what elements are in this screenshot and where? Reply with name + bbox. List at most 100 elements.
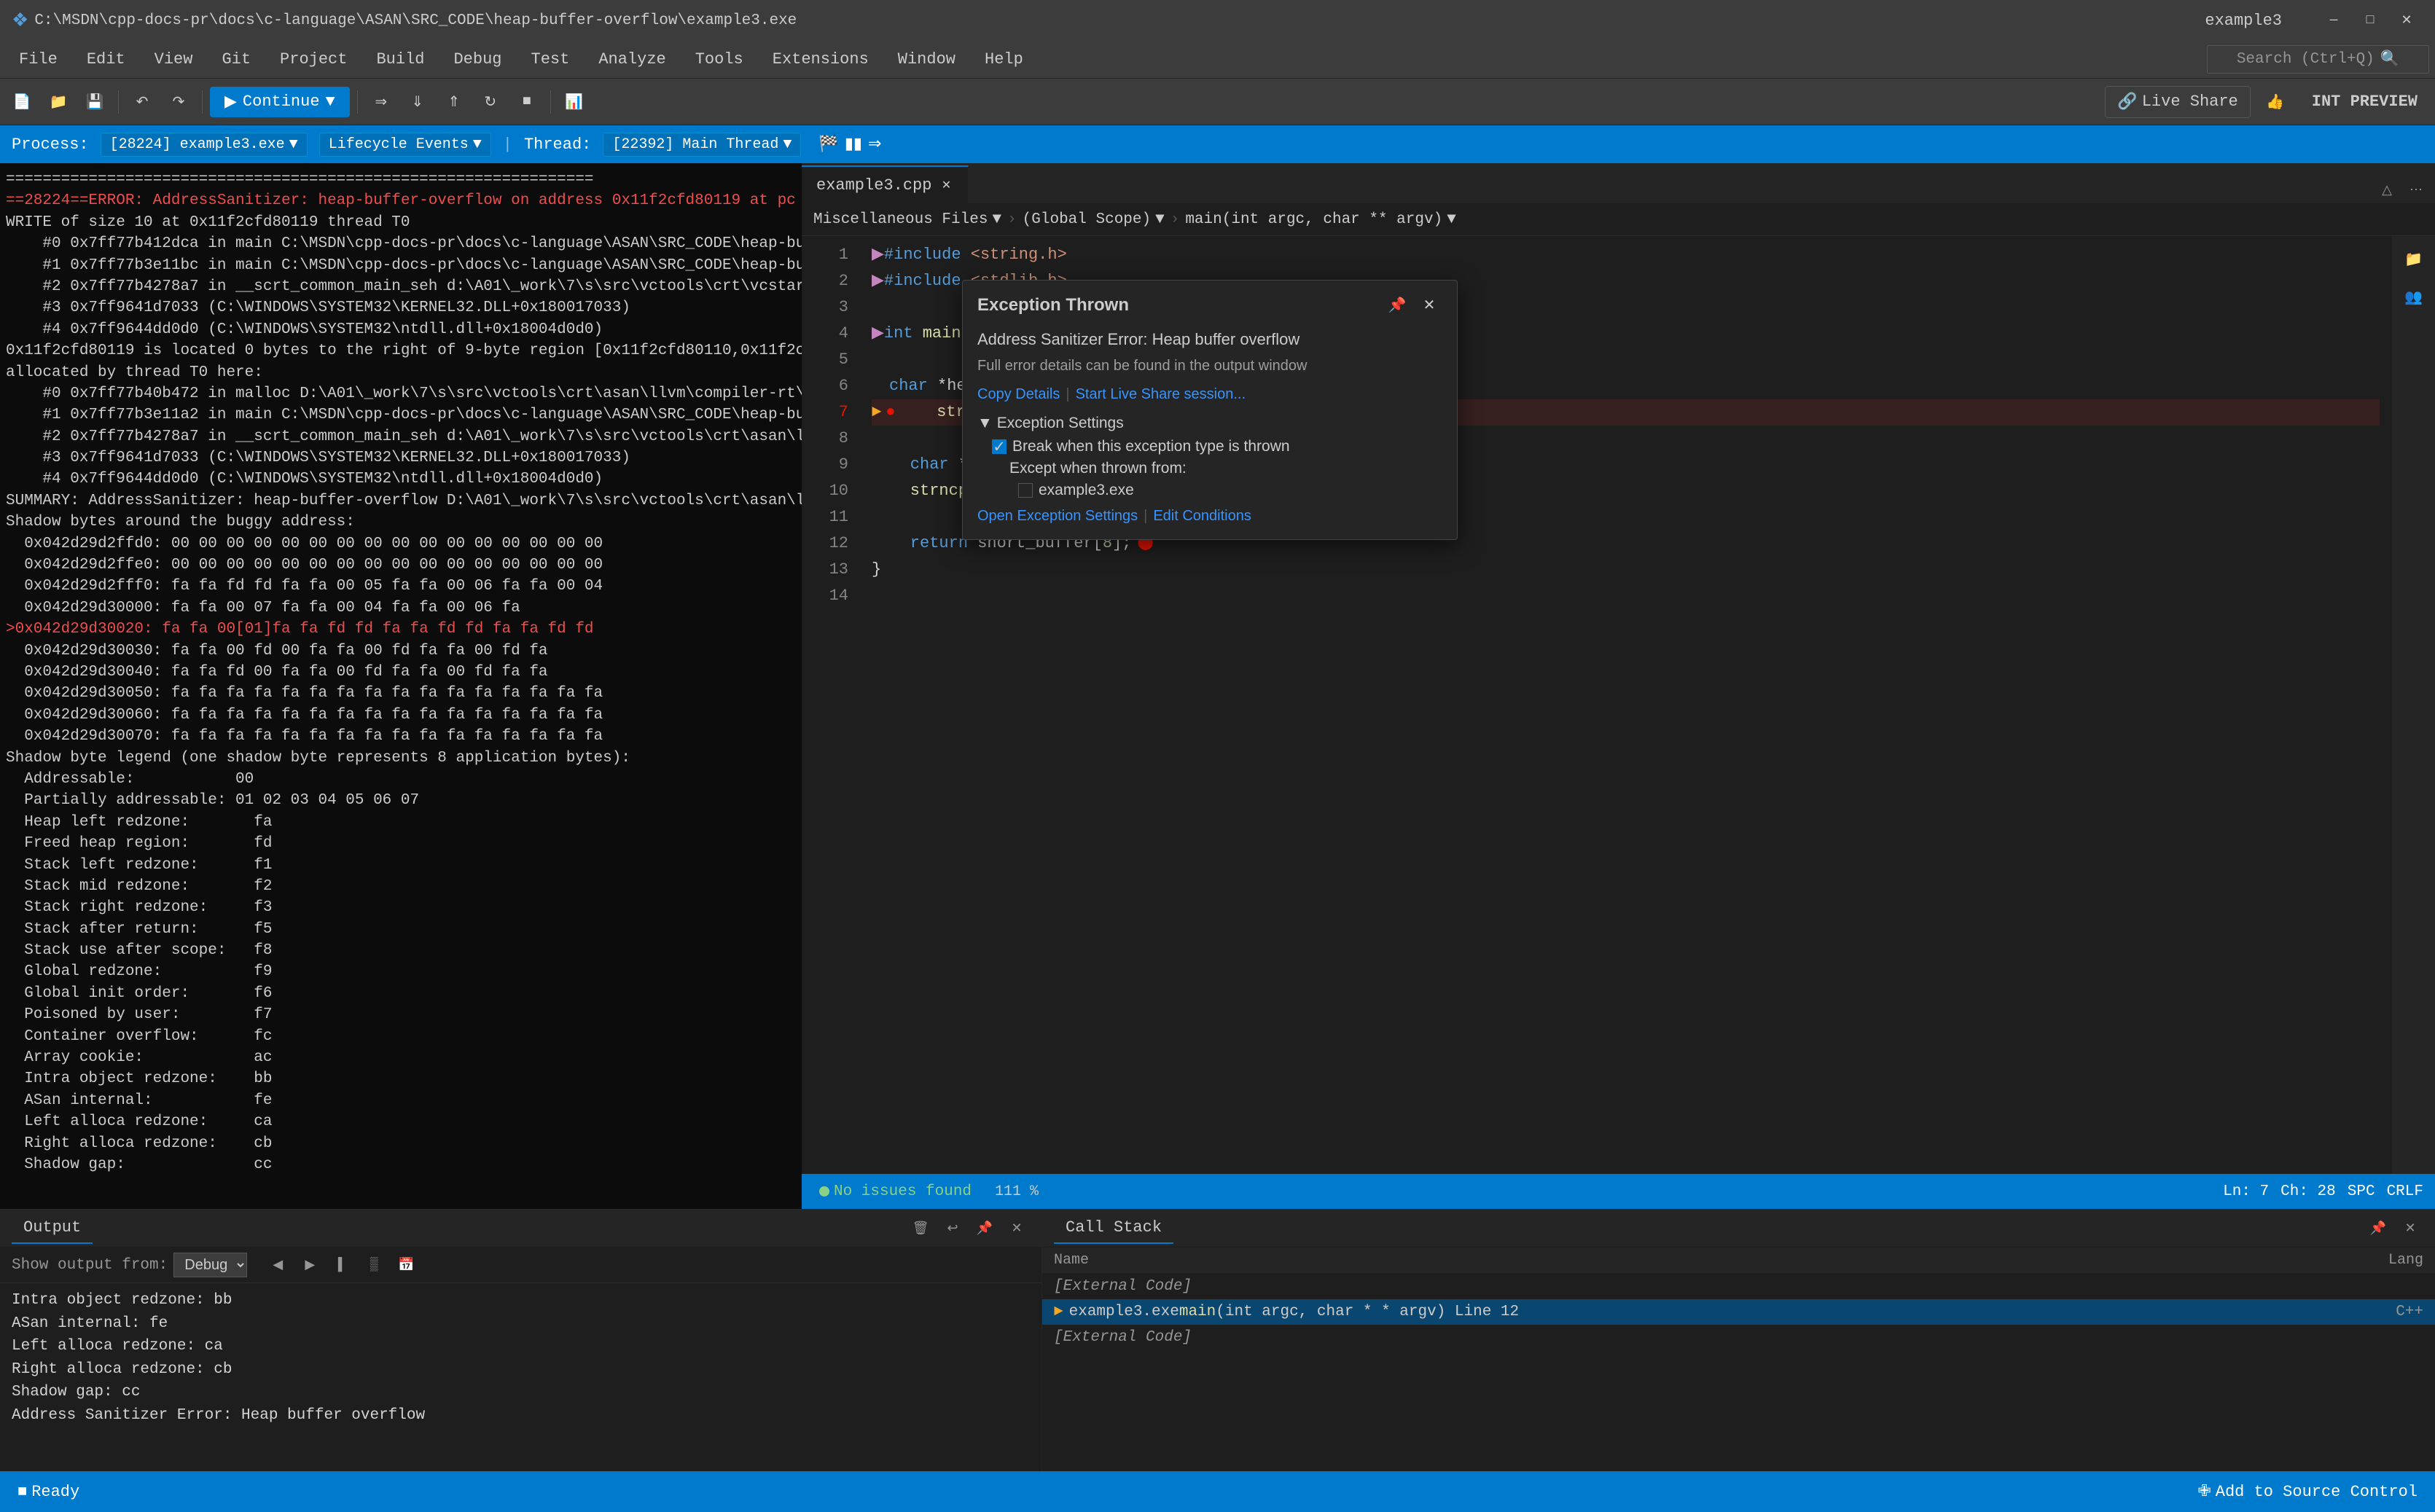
editor-position: Ln: 7 Ch: 28 SPC CRLF: [2223, 1183, 2423, 1200]
ready-status[interactable]: ■ Ready: [12, 1480, 85, 1504]
int-preview-button[interactable]: INT PREVIEW: [2300, 87, 2429, 117]
toolbar-restart[interactable]: ↻: [474, 86, 507, 118]
titlebar-controls: — □ ✕: [2317, 6, 2423, 35]
menu-project[interactable]: Project: [267, 46, 360, 73]
callstack-pin-button[interactable]: 📌: [2365, 1215, 2391, 1242]
menu-edit[interactable]: Edit: [74, 46, 138, 73]
output-source-label: Show output from:: [12, 1257, 168, 1274]
menu-analyze[interactable]: Analyze: [585, 46, 679, 73]
exception-error-message: Address Sanitizer Error: Heap buffer ove…: [977, 330, 1442, 349]
line-num-11: 11: [802, 504, 848, 530]
open-exception-settings-link[interactable]: Open Exception Settings: [977, 508, 1138, 525]
team-explorer-icon[interactable]: 👥: [2396, 280, 2431, 315]
editor-status-bar: No issues found 111 % Ln: 7 Ch: 28 SPC C…: [802, 1174, 2435, 1209]
toolbar-redo[interactable]: ↷: [163, 86, 195, 118]
toolbar-open[interactable]: 📁: [42, 86, 74, 118]
minimize-button[interactable]: —: [2317, 6, 2350, 35]
output-source-select[interactable]: Debug: [173, 1253, 247, 1277]
terminal-line: 0x042d29d30060: fa fa fa fa fa fa fa fa …: [6, 705, 796, 726]
terminal-line: 0x042d29d30050: fa fa fa fa fa fa fa fa …: [6, 683, 796, 704]
menu-debug[interactable]: Debug: [440, 46, 515, 73]
terminal-line: Heap left redzone: fa: [6, 812, 796, 833]
toolbar-feedback[interactable]: 👍: [2259, 86, 2291, 118]
continue-button[interactable]: ▶ Continue ▼: [210, 87, 350, 117]
line-num-2: 2: [802, 268, 848, 294]
tab-example3[interactable]: example3.cpp ✕: [802, 165, 969, 203]
exception-pin-button[interactable]: 📌: [1384, 292, 1410, 318]
live-share-button[interactable]: 🔗 Live Share: [2105, 86, 2250, 118]
exception-close-button[interactable]: ✕: [1416, 292, 1442, 318]
toolbar-undo[interactable]: ↶: [126, 86, 158, 118]
breadcrumb-function[interactable]: main(int argc, char ** argv) ▼: [1185, 211, 1455, 228]
menu-view[interactable]: View: [141, 46, 206, 73]
thread-step-icon: ⇒: [868, 135, 881, 154]
terminal-line: #0 0x7ff77b40b472 in malloc D:\A01\_work…: [6, 383, 796, 404]
start-live-share-link[interactable]: Start Live Share session...: [1076, 386, 1246, 403]
breadcrumb-files-chevron: ▼: [992, 211, 1001, 228]
maximize-button[interactable]: □: [2353, 6, 2387, 35]
tab-close-button[interactable]: ✕: [939, 178, 953, 192]
status-bar-right: ✙ Add to Source Control: [2192, 1479, 2423, 1504]
output-action5[interactable]: 📅: [393, 1252, 419, 1278]
callstack-row-external1[interactable]: [External Code]: [1042, 1274, 2435, 1299]
menu-tools[interactable]: Tools: [682, 46, 757, 73]
breadcrumb-files[interactable]: Miscellaneous Files ▼: [813, 211, 1001, 228]
toolbar-diagnostics[interactable]: 📊: [558, 86, 590, 118]
output-panel: Output 🗑 ↩ 📌 ✕ Show output from: Debug ◀…: [0, 1210, 1042, 1471]
terminal-line: SUMMARY: AddressSanitizer: heap-buffer-o…: [6, 490, 796, 512]
output-clear-button[interactable]: 🗑: [907, 1215, 934, 1242]
toolbar-step-out[interactable]: ⇑: [438, 86, 470, 118]
no-issues-status[interactable]: No issues found: [813, 1180, 977, 1203]
toolbar-new[interactable]: 📄: [6, 86, 38, 118]
solution-explorer-icon[interactable]: 📁: [2396, 242, 2431, 277]
toolbar-step-into[interactable]: ⇓: [402, 86, 434, 118]
toolbar-save[interactable]: 💾: [79, 86, 111, 118]
output-action1[interactable]: ◀: [265, 1252, 291, 1278]
example3-checkbox[interactable]: [1018, 483, 1033, 498]
line-num-7: 7: [802, 399, 848, 426]
lifecycle-dropdown[interactable]: Lifecycle Events ▼: [319, 133, 491, 157]
menu-window[interactable]: Window: [885, 46, 969, 73]
terminal-line: Stack after return: f5: [6, 919, 796, 940]
output-action2[interactable]: ▶: [297, 1252, 323, 1278]
output-action3[interactable]: ▌: [329, 1252, 355, 1278]
callstack-tab[interactable]: Call Stack: [1054, 1213, 1173, 1244]
source-control-button[interactable]: ✙ Add to Source Control: [2192, 1479, 2423, 1504]
menu-help[interactable]: Help: [972, 46, 1036, 73]
output-close-button[interactable]: ✕: [1004, 1215, 1030, 1242]
thread-dropdown[interactable]: [22392] Main Thread ▼: [603, 133, 801, 157]
zoom-indicator[interactable]: 111 %: [989, 1180, 1044, 1203]
copy-details-link[interactable]: Copy Details: [977, 386, 1060, 403]
menu-file[interactable]: File: [6, 46, 71, 73]
output-wrap-button[interactable]: ↩: [939, 1215, 966, 1242]
output-tab[interactable]: Output: [12, 1213, 93, 1244]
toolbar-step-over[interactable]: ⇒: [365, 86, 397, 118]
callstack-row-main[interactable]: ► example3.exemain(int argc, char * * ar…: [1042, 1299, 2435, 1325]
breadcrumb-function-label: main(int argc, char ** argv): [1185, 211, 1442, 228]
output-action4[interactable]: ▒: [361, 1252, 387, 1278]
edit-conditions-link[interactable]: Edit Conditions: [1153, 508, 1251, 525]
tab-label: example3.cpp: [816, 176, 931, 195]
output-line: Shadow gap: cc: [12, 1381, 1030, 1404]
menu-build[interactable]: Build: [363, 46, 437, 73]
menu-extensions[interactable]: Extensions: [759, 46, 882, 73]
callstack-row-external2[interactable]: [External Code]: [1042, 1325, 2435, 1350]
search-placeholder: Search (Ctrl+Q): [2237, 51, 2375, 68]
process-dropdown[interactable]: [28224] example3.exe ▼: [101, 133, 308, 157]
output-pin-button[interactable]: 📌: [972, 1215, 998, 1242]
exception-header-actions: 📌 ✕: [1384, 292, 1442, 318]
menu-test[interactable]: Test: [518, 46, 583, 73]
callstack-close-button[interactable]: ✕: [2397, 1215, 2423, 1242]
toolbar-stop[interactable]: ■: [511, 86, 543, 118]
more-tabs-button[interactable]: ⋯: [2403, 177, 2429, 203]
menu-git[interactable]: Git: [208, 46, 264, 73]
search-box[interactable]: Search (Ctrl+Q) 🔍: [2207, 45, 2429, 74]
except-when-label: Except when thrown from:: [1009, 460, 1442, 477]
breadcrumb-scope[interactable]: (Global Scope) ▼: [1023, 211, 1165, 228]
line-num-4: 4: [802, 321, 848, 347]
break-when-checkbox[interactable]: ✓: [992, 439, 1007, 454]
split-editor-button[interactable]: △: [2374, 177, 2400, 203]
exception-settings-toggle[interactable]: ▼ Exception Settings: [977, 415, 1442, 432]
close-button[interactable]: ✕: [2390, 6, 2423, 35]
toolbar-sep3: [357, 90, 358, 114]
